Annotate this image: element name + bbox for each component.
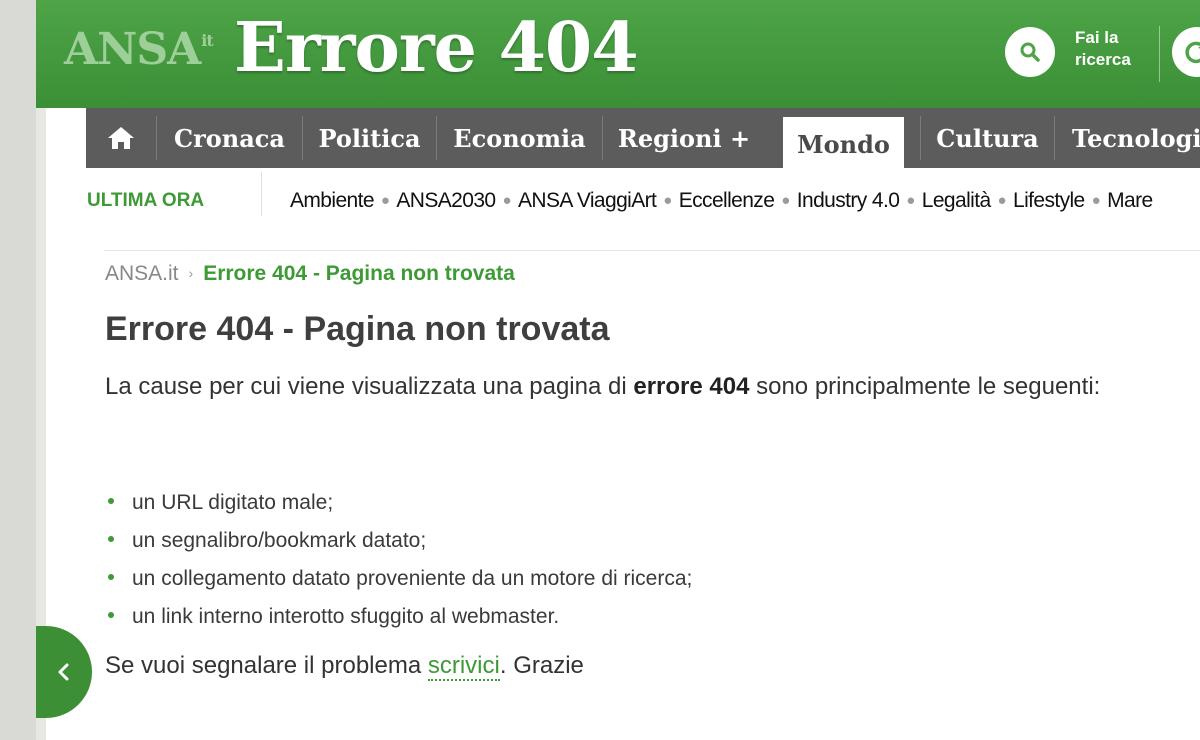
- breadcrumb-home-link[interactable]: ANSA.it: [105, 262, 179, 285]
- breadcrumb-current: Errore 404 - Pagina non trovata: [203, 262, 515, 285]
- nav-home[interactable]: [86, 108, 156, 168]
- page-gutter: [0, 0, 36, 740]
- list-item: un segnalibro/bookmark datato;: [108, 522, 692, 560]
- subnav-link[interactable]: Lifestyle: [1013, 189, 1085, 212]
- nav-item-cronaca[interactable]: Cronaca: [157, 108, 302, 168]
- error-heading: Errore 404 - Pagina non trovata: [105, 310, 610, 348]
- subnav-link[interactable]: Eccellenze: [679, 189, 775, 212]
- site-header: ANSAit Errore 404 Fai la ricerca: [36, 0, 1200, 108]
- intro-text: La cause per cui viene visualizzata una …: [105, 373, 1101, 400]
- nav-item-regioni[interactable]: Regioni +: [603, 108, 765, 168]
- search-button[interactable]: [1005, 27, 1055, 77]
- content-divider: [104, 250, 1200, 251]
- list-item: un collegamento datato proveniente da un…: [108, 560, 692, 598]
- ansa-logo[interactable]: ANSAit: [64, 24, 214, 75]
- nav-separator: [1054, 116, 1055, 160]
- subnav-link[interactable]: ANSA2030: [396, 189, 496, 212]
- chevron-left-icon: [58, 663, 69, 681]
- list-item: un link interno interotto sfuggito al we…: [108, 598, 692, 636]
- reload-icon: [1185, 41, 1200, 64]
- nav-item-tecnologia[interactable]: Tecnologia: [1072, 108, 1200, 168]
- contact-link[interactable]: scrivici: [427, 652, 500, 681]
- report-text: Se vuoi segnalare il problema scrivici. …: [105, 652, 584, 681]
- nav-item-economia[interactable]: Economia: [437, 108, 602, 168]
- ultima-ora-link[interactable]: ULTIMA ORA: [87, 190, 204, 212]
- nav-item-mondo[interactable]: Mondo: [783, 117, 904, 168]
- breadcrumb: ANSA.it › Errore 404 - Pagina non trovata: [105, 262, 515, 286]
- subnav-separator: [261, 172, 262, 216]
- subnav-link[interactable]: Ambiente: [290, 189, 375, 212]
- subnav-links: Ambiente ● ANSA2030 ● ANSA ViaggiArt ● Eccelle…: [290, 189, 1153, 212]
- search-label[interactable]: Fai la ricerca: [1075, 27, 1131, 71]
- list-item: un URL digitato male;: [108, 484, 692, 522]
- reload-button[interactable]: [1172, 27, 1200, 77]
- subnav-link[interactable]: Industry 4.0: [797, 189, 900, 212]
- subnav-link[interactable]: Mare: [1107, 189, 1153, 212]
- subnav-link[interactable]: Legalità: [922, 189, 991, 212]
- main-navigation: Cronaca Politica Economia Regioni + Mond…: [86, 108, 1200, 168]
- home-icon: [108, 127, 134, 149]
- header-divider: [1159, 26, 1160, 82]
- nav-item-politica[interactable]: Politica: [303, 108, 436, 168]
- nav-item-cultura[interactable]: Cultura: [921, 108, 1054, 168]
- page-title: Errore 404: [234, 8, 639, 88]
- search-icon: [1020, 42, 1040, 62]
- cause-list: un URL digitato male; un segnalibro/book…: [108, 484, 692, 636]
- side-panel-toggle[interactable]: [36, 626, 92, 718]
- chevron-right-icon: ›: [188, 265, 194, 281]
- subnav-link[interactable]: ANSA ViaggiArt: [518, 189, 657, 212]
